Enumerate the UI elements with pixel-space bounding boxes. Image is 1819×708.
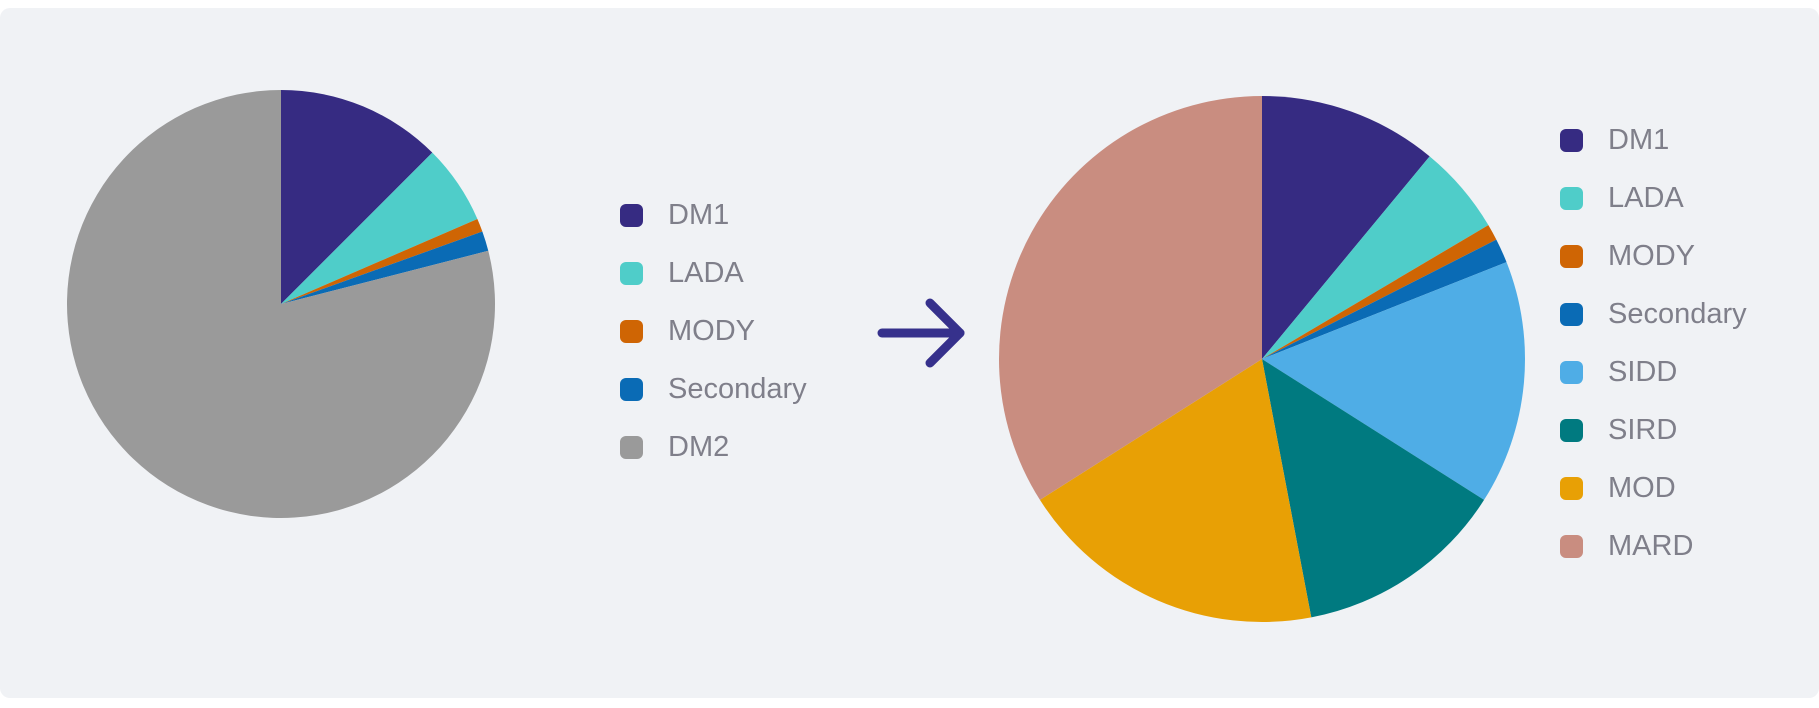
legend-item-dm1[interactable]: DM1 <box>620 186 807 244</box>
legend-label: SIRD <box>1608 413 1678 446</box>
legend-swatch-icon <box>620 435 643 459</box>
legend-traditional: DM1 LADA MODY Secondary DM2 <box>620 186 807 476</box>
figure-root: DM1 LADA MODY Secondary DM2 DM1 LADA MODY Secon… <box>0 0 1819 708</box>
legend-swatch-icon <box>1560 128 1583 152</box>
legend-label: DM1 <box>668 198 730 231</box>
right-arrow-icon <box>877 298 965 368</box>
legend-item-dm2[interactable]: DM2 <box>620 418 807 476</box>
legend-label: MOD <box>1608 471 1676 504</box>
legend-swatch-icon <box>1560 360 1583 384</box>
legend-swatch-icon <box>620 203 643 227</box>
legend-item-lada[interactable]: LADA <box>1560 169 1747 227</box>
legend-label: MODY <box>668 314 755 347</box>
legend-item-mody[interactable]: MODY <box>620 302 807 360</box>
legend-swatch-icon <box>620 319 643 343</box>
legend-refined: DM1 LADA MODY Secondary SIDD SIRD MOD MARD <box>1560 111 1747 575</box>
legend-swatch-icon <box>1560 244 1583 268</box>
legend-label: DM1 <box>1608 123 1670 156</box>
transition-arrow <box>868 278 978 388</box>
legend-swatch-icon <box>620 377 643 401</box>
figure-area: DM1 LADA MODY Secondary DM2 DM1 LADA MODY Secon… <box>0 8 1819 698</box>
legend-item-sidd[interactable]: SIDD <box>1560 343 1747 401</box>
legend-swatch-icon <box>1560 418 1583 442</box>
legend-swatch-icon <box>620 261 643 285</box>
legend-item-dm1[interactable]: DM1 <box>1560 111 1747 169</box>
legend-swatch-icon <box>1560 476 1583 500</box>
legend-item-mod[interactable]: MOD <box>1560 459 1747 517</box>
legend-label: Secondary <box>1608 297 1747 330</box>
legend-label: DM2 <box>668 430 730 463</box>
legend-label: LADA <box>668 256 744 289</box>
figure-panel: DM1 LADA MODY Secondary DM2 DM1 LADA MODY Secon… <box>0 8 1819 698</box>
legend-label: Secondary <box>668 372 807 405</box>
legend-label: MODY <box>1608 239 1695 272</box>
legend-swatch-icon <box>1560 186 1583 210</box>
legend-swatch-icon <box>1560 302 1583 326</box>
legend-item-mody[interactable]: MODY <box>1560 227 1747 285</box>
legend-label: MARD <box>1608 529 1694 562</box>
legend-label: SIDD <box>1608 355 1678 388</box>
legend-item-sird[interactable]: SIRD <box>1560 401 1747 459</box>
legend-label: LADA <box>1608 181 1684 214</box>
pie-chart-traditional <box>67 90 496 518</box>
legend-swatch-icon <box>1560 534 1583 558</box>
legend-item-secondary[interactable]: Secondary <box>620 360 807 418</box>
legend-item-secondary[interactable]: Secondary <box>1560 285 1747 343</box>
pie-chart-refined <box>999 96 1526 622</box>
legend-item-lada[interactable]: LADA <box>620 244 807 302</box>
legend-item-mard[interactable]: MARD <box>1560 517 1747 575</box>
